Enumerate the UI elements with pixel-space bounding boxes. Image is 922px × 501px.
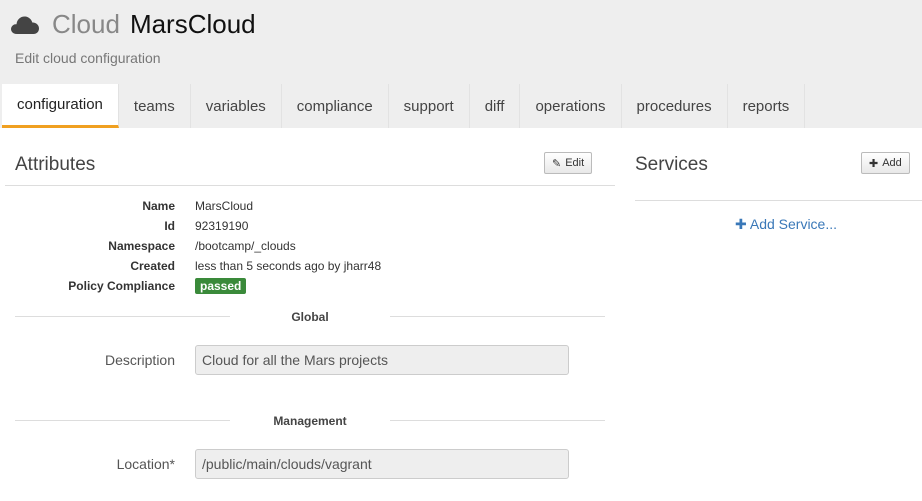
global-rule-right bbox=[390, 316, 605, 317]
status-badge: passed bbox=[195, 278, 247, 294]
entity-type-label: Cloud bbox=[52, 8, 120, 39]
tab-variables[interactable]: variables bbox=[190, 84, 282, 128]
plus-icon: ✚ bbox=[869, 157, 879, 170]
description-label: Description bbox=[104, 352, 175, 368]
tab-operations[interactable]: operations bbox=[520, 84, 622, 128]
page-title: MarsCloud bbox=[129, 8, 256, 39]
edit-button-label: Edit bbox=[565, 157, 585, 169]
page-subtitle: Edit cloud configuration bbox=[15, 50, 161, 66]
cloud-icon bbox=[11, 16, 39, 34]
management-rule-right bbox=[390, 420, 605, 421]
tab-compliance[interactable]: compliance bbox=[281, 84, 389, 128]
attr-label-name: Name bbox=[142, 199, 175, 213]
services-divider bbox=[635, 200, 922, 201]
attr-value-id: 92319190 bbox=[195, 219, 249, 233]
attr-label-id: Id bbox=[164, 219, 175, 233]
attr-label-created: Created bbox=[130, 259, 175, 273]
attr-value-created: less than 5 seconds ago by jharr48 bbox=[195, 259, 382, 273]
title-row: Cloud MarsCloud bbox=[10, 6, 256, 42]
tab-procedures[interactable]: procedures bbox=[621, 84, 728, 128]
tab-bar: configuration teams variables compliance… bbox=[0, 84, 922, 128]
attributes-divider bbox=[5, 185, 615, 186]
management-rule-left bbox=[15, 420, 230, 421]
add-service-link[interactable]: ✚ Add Service... bbox=[735, 216, 837, 233]
attr-value-name: MarsCloud bbox=[195, 199, 254, 213]
edit-button[interactable]: ✎ Edit bbox=[544, 152, 593, 174]
plus-icon: ✚ bbox=[735, 216, 747, 232]
attr-value-namespace: /bootcamp/_clouds bbox=[195, 239, 296, 253]
attr-label-namespace: Namespace bbox=[108, 239, 175, 253]
tab-teams[interactable]: teams bbox=[118, 84, 191, 128]
tab-configuration[interactable]: configuration bbox=[2, 84, 119, 128]
description-field[interactable] bbox=[195, 345, 569, 375]
pencil-icon: ✎ bbox=[552, 157, 562, 170]
global-rule-left bbox=[15, 316, 230, 317]
tab-diff[interactable]: diff bbox=[469, 84, 521, 128]
page-header: Cloud MarsCloud Edit cloud configuration… bbox=[0, 0, 922, 128]
tab-reports[interactable]: reports bbox=[727, 84, 806, 128]
add-button[interactable]: ✚ Add bbox=[861, 152, 910, 174]
global-heading: Global bbox=[291, 310, 329, 324]
services-title: Services bbox=[635, 154, 708, 175]
location-field[interactable] bbox=[195, 449, 569, 479]
tab-support[interactable]: support bbox=[388, 84, 470, 128]
location-label: Location* bbox=[116, 456, 175, 472]
add-service-label: Add Service... bbox=[749, 216, 838, 232]
management-heading: Management bbox=[273, 414, 347, 428]
attr-label-policy-compliance: Policy Compliance bbox=[68, 279, 175, 293]
add-button-label: Add bbox=[882, 157, 902, 169]
attributes-title: Attributes bbox=[15, 154, 96, 175]
